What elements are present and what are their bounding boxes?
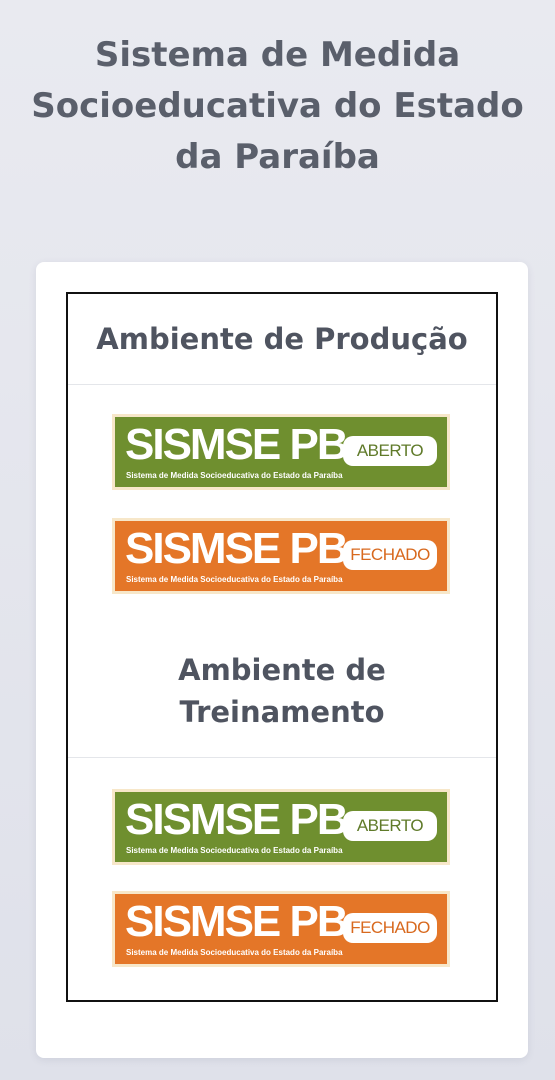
training-open-button[interactable]: SISMSE PB ABERTO Sistema de Medida Socio…: [112, 789, 450, 865]
brand-text: SISMSE PB: [125, 897, 349, 946]
training-environment-title: Ambiente de Treinamento: [68, 625, 496, 758]
status-tag: FECHADO: [343, 913, 437, 943]
brand-text: SISMSE PB: [125, 524, 349, 573]
status-tag: ABERTO: [343, 436, 437, 466]
brand-subtitle: Sistema de Medida Socioeducativa do Esta…: [126, 846, 343, 855]
production-environment-title: Ambiente de Produção: [68, 294, 496, 385]
brand-subtitle: Sistema de Medida Socioeducativa do Esta…: [126, 471, 343, 480]
page-title: Sistema de Medida Socioeducativa do Esta…: [31, 35, 524, 177]
status-tag: ABERTO: [343, 811, 437, 841]
brand-subtitle: Sistema de Medida Socioeducativa do Esta…: [126, 948, 343, 957]
brand-text: SISMSE PB: [125, 420, 349, 469]
environments-card: Ambiente de Produção SISMSE PB ABERTO Si…: [36, 262, 528, 1058]
production-environment-section: Ambiente de Produção SISMSE PB ABERTO Si…: [66, 292, 498, 629]
brand-text: SISMSE PB: [125, 795, 349, 844]
production-closed-button[interactable]: SISMSE PB FECHADO Sistema de Medida Soci…: [112, 518, 450, 594]
status-tag: FECHADO: [343, 540, 437, 570]
production-open-button[interactable]: SISMSE PB ABERTO Sistema de Medida Socio…: [112, 414, 450, 490]
brand-subtitle: Sistema de Medida Socioeducativa do Esta…: [126, 575, 343, 584]
training-closed-button[interactable]: SISMSE PB FECHADO Sistema de Medida Soci…: [112, 891, 450, 967]
training-environment-section: Ambiente de Treinamento SISMSE PB ABERTO…: [66, 625, 498, 1002]
